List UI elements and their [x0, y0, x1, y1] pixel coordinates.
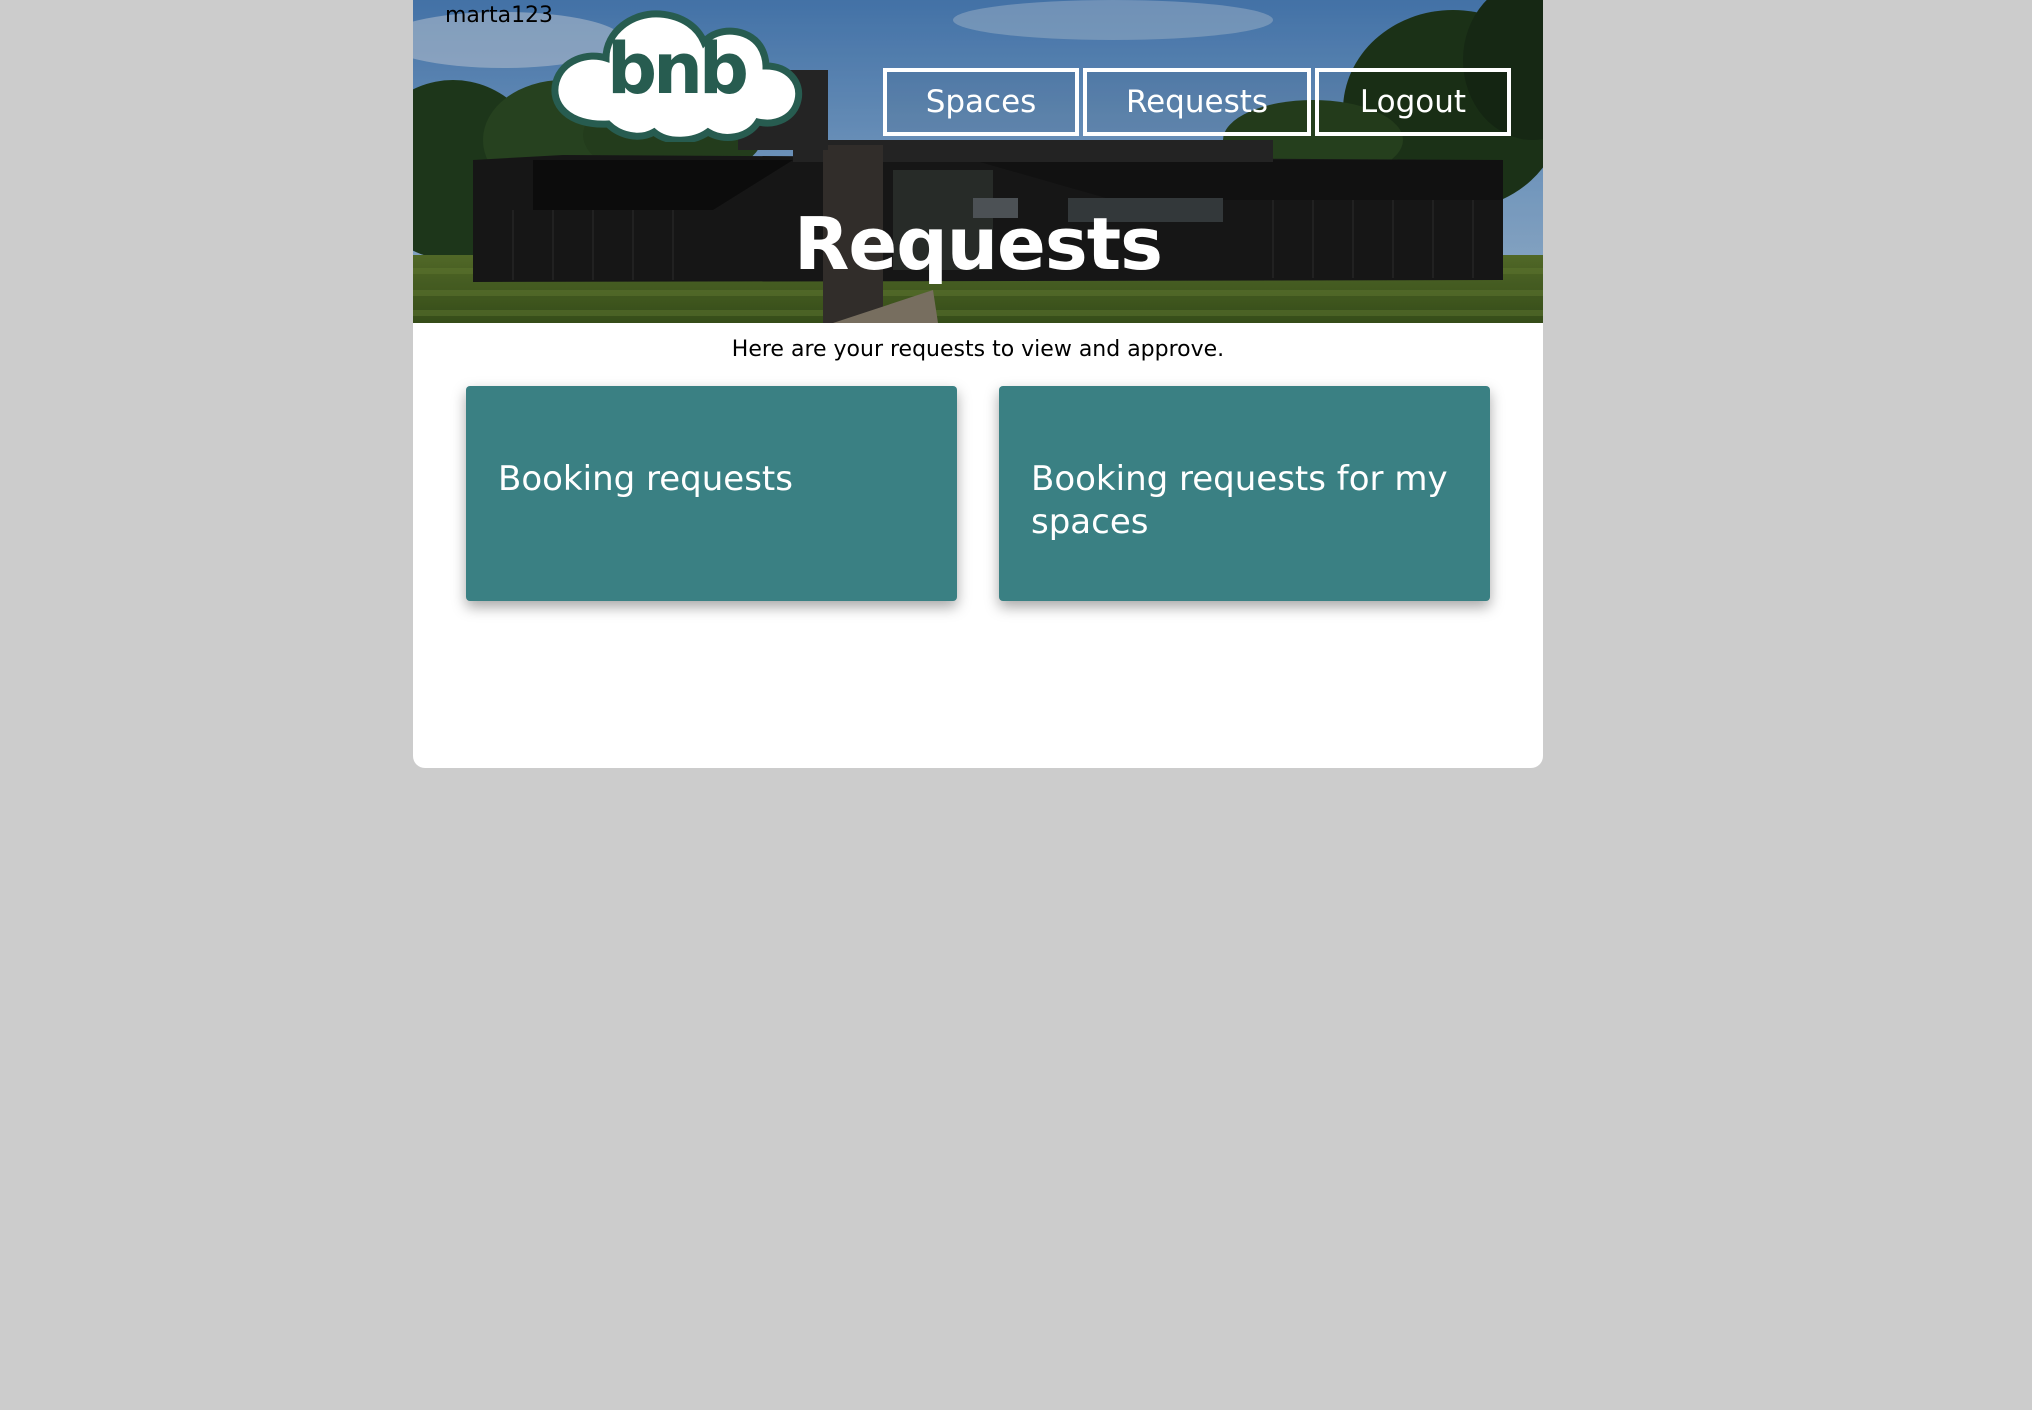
card-title: Booking requests [498, 459, 793, 499]
card-title: Booking requests for my spaces [1031, 459, 1448, 542]
logo-text: bnb [606, 28, 749, 110]
spaces-button[interactable]: Spaces [883, 68, 1079, 136]
bnb-logo[interactable]: bnb [548, 6, 804, 144]
hero-banner: marta123 bnb Spaces Requests Logout Requ… [413, 0, 1543, 323]
page-subtitle: Here are your requests to view and appro… [731, 337, 1225, 362]
booking-requests-card[interactable]: Booking requests [466, 386, 957, 601]
requests-button[interactable]: Requests [1083, 68, 1311, 136]
logout-button[interactable]: Logout [1315, 68, 1511, 136]
page-container: marta123 bnb Spaces Requests Logout Requ… [413, 0, 1543, 768]
booking-requests-for-my-spaces-card[interactable]: Booking requests for my spaces [999, 386, 1490, 601]
page-title: Requests [793, 202, 1163, 286]
username-label: marta123 [445, 3, 554, 28]
